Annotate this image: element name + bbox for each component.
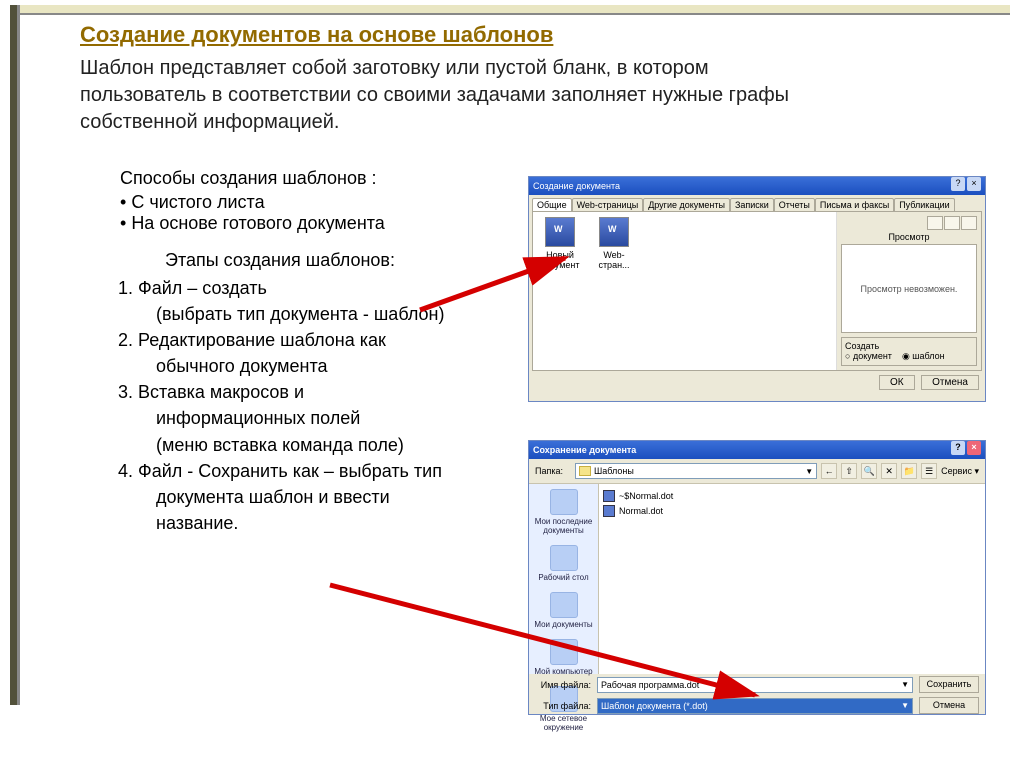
arrow-to-save-dialog <box>330 580 770 725</box>
word-icon <box>545 217 575 247</box>
place-recent[interactable]: Мои последние документы <box>529 484 598 540</box>
dialog-titlebar[interactable]: Создание документа ? × <box>529 177 985 195</box>
file-row[interactable]: Normal.dot <box>603 503 981 518</box>
template-item-web[interactable]: Web-стран... <box>592 217 636 270</box>
close-icon[interactable]: × <box>967 177 981 191</box>
recent-icon <box>550 489 578 515</box>
create-group: Создать документ шаблон <box>841 337 977 366</box>
file-row[interactable]: ~$Normal.dot <box>603 488 981 503</box>
steps-heading: Этапы создания шаблонов: <box>165 250 395 271</box>
new-folder-icon[interactable]: 📁 <box>901 463 917 479</box>
step-text: 3. Вставка макросов и <box>118 382 304 402</box>
tab-notes[interactable]: Записки <box>730 198 774 211</box>
help-icon[interactable]: ? <box>951 177 965 191</box>
view-list-icon[interactable] <box>944 216 960 230</box>
tab-strip: Общие Web-страницы Другие документы Запи… <box>529 195 985 211</box>
view-details-icon[interactable] <box>961 216 977 230</box>
chevron-down-icon: ▼ <box>901 701 909 710</box>
ways-heading: Способы создания шаблонов : <box>120 168 377 189</box>
word-icon <box>599 217 629 247</box>
views-icon[interactable]: ☰ <box>921 463 937 479</box>
step-text: (меню вставка команда поле) <box>118 432 508 458</box>
step-text: название. <box>118 510 508 536</box>
desktop-icon <box>550 545 578 571</box>
tab-web[interactable]: Web-страницы <box>572 198 644 211</box>
folder-icon <box>579 466 591 476</box>
decorative-frame <box>10 5 1010 15</box>
page-title: Создание документов на основе шаблонов <box>80 22 553 48</box>
search-icon[interactable]: 🔍 <box>861 463 877 479</box>
ok-button[interactable]: ОК <box>879 375 915 390</box>
help-icon[interactable]: ? <box>951 441 965 455</box>
list-item: С чистого листа <box>120 192 385 213</box>
tab-other[interactable]: Другие документы <box>643 198 730 211</box>
tab-general[interactable]: Общие <box>532 198 572 211</box>
folder-label: Папка: <box>535 466 571 476</box>
dialog-title: Сохранение документа <box>533 441 636 459</box>
create-document-dialog: Создание документа ? × Общие Web-страниц… <box>528 176 986 402</box>
view-large-icon[interactable] <box>927 216 943 230</box>
dialog-title: Создание документа <box>533 177 620 195</box>
service-menu[interactable]: Сервис ▾ <box>941 466 979 477</box>
step-text: обычного документа <box>118 353 508 379</box>
step-text: 4. Файл - Сохранить как – выбрать тип <box>118 461 442 481</box>
chevron-down-icon: ▼ <box>901 680 909 689</box>
tab-pubs[interactable]: Публикации <box>894 198 954 211</box>
word-file-icon <box>603 505 615 517</box>
preview-label: Просмотр <box>841 232 977 242</box>
folder-combo[interactable]: Шаблоны ▼ <box>575 463 817 479</box>
back-icon[interactable]: ← <box>821 463 837 479</box>
dialog-titlebar[interactable]: Сохранение документа ? × <box>529 441 985 459</box>
step-text: 1. Файл – создать <box>118 278 267 298</box>
description-text: Шаблон представляет собой заготовку или … <box>80 55 800 136</box>
step-text: информационных полей <box>118 405 508 431</box>
icon-label: Web-стран... <box>592 250 636 270</box>
ways-list: С чистого листа На основе готового докум… <box>120 192 385 234</box>
chevron-down-icon: ▼ <box>805 467 813 476</box>
group-label: Создать <box>845 341 879 351</box>
close-icon[interactable]: × <box>967 441 981 455</box>
tab-letters[interactable]: Письма и факсы <box>815 198 894 211</box>
arrow-to-create-dialog <box>420 250 580 325</box>
radio-document[interactable]: документ <box>845 351 892 361</box>
radio-template[interactable]: шаблон <box>902 351 945 361</box>
step-text: 2. Редактирование шаблона как <box>118 330 386 350</box>
save-button[interactable]: Сохранить <box>919 676 979 693</box>
cancel-button[interactable]: Отмена <box>919 697 979 714</box>
decorative-frame <box>10 5 20 705</box>
list-item: На основе готового документа <box>120 213 385 234</box>
preview-text: Просмотр невозможен. <box>861 284 958 294</box>
preview-box: Просмотр невозможен. <box>841 244 977 333</box>
up-icon[interactable]: ⇧ <box>841 463 857 479</box>
cancel-button[interactable]: Отмена <box>921 375 979 390</box>
tab-reports[interactable]: Отчеты <box>774 198 815 211</box>
word-file-icon <box>603 490 615 502</box>
step-text: документа шаблон и ввести <box>118 484 508 510</box>
folder-value: Шаблоны <box>594 466 634 476</box>
delete-icon[interactable]: ✕ <box>881 463 897 479</box>
